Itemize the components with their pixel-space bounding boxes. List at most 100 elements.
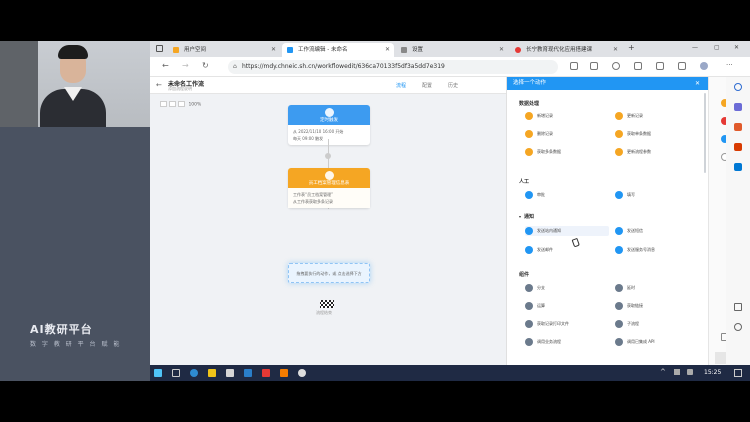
start-icon[interactable] [154, 369, 162, 377]
calculator-icon [525, 302, 533, 310]
edge-icon[interactable] [190, 369, 198, 377]
tab-workflow-edit[interactable]: 工作流编辑 - 未命名 ✕ [282, 43, 394, 57]
tab-course[interactable]: 长宁教育现代化应用搭建课 ✕ [510, 43, 622, 57]
fit-view-button[interactable] [160, 101, 167, 107]
maximize-button[interactable]: ▢ [714, 44, 720, 51]
network-icon[interactable] [674, 369, 680, 375]
forward-icon[interactable]: → [182, 61, 189, 70]
refresh-extension-icon[interactable] [612, 62, 620, 70]
action-get-single[interactable]: 获取单条数据 [615, 129, 699, 139]
taskbar: ^ 15:25 [150, 365, 750, 381]
tray-chevron-icon[interactable]: ^ [660, 368, 666, 376]
add-step-button[interactable] [325, 153, 331, 159]
zoom-level: 100% [188, 102, 202, 108]
back-icon[interactable]: ← [162, 61, 169, 70]
update-record-icon [615, 112, 623, 120]
tab-settings[interactable]: 设置 ✕ [396, 43, 508, 57]
action-compute[interactable]: 运算 [525, 301, 609, 311]
office-365-icon[interactable] [734, 143, 742, 151]
drop-placeholder[interactable]: 拖拽要执行的动作，或 点击选择下方 [288, 263, 370, 283]
action-call-api[interactable]: 调用已集成 API [615, 337, 699, 347]
clock[interactable]: 15:25 [704, 369, 721, 376]
read-aloud-icon[interactable] [570, 62, 578, 70]
search-icon[interactable] [734, 83, 742, 91]
office-icon[interactable] [734, 123, 742, 131]
gear-icon[interactable] [734, 323, 742, 331]
more-menu-icon[interactable]: ··· [726, 61, 733, 69]
new-tab-button[interactable]: + [628, 43, 635, 52]
favorite-icon[interactable] [590, 62, 598, 70]
gear-icon [401, 47, 407, 53]
split-screen-icon[interactable] [634, 62, 642, 70]
close-icon[interactable]: ✕ [499, 43, 504, 57]
outlook-icon[interactable] [734, 163, 742, 171]
mail-icon[interactable] [226, 369, 234, 377]
action-update-record[interactable]: 更新记录 [615, 111, 699, 121]
zoom-in-button[interactable] [178, 101, 185, 107]
chevron-down-icon[interactable]: ▾ [519, 214, 521, 219]
presenter-panel: AI教研平台 数 字 教 研 平 台 赋 能 [0, 41, 150, 381]
tab-history[interactable]: 历史 [448, 82, 458, 89]
address-bar-row: ← → ↻ ⌂ https://mdy.chneic.sh.cn/workflo… [150, 57, 750, 77]
delete-record-icon [525, 130, 533, 138]
action-print-file[interactable]: 获取记录打印文件 [525, 319, 609, 329]
message-icon [615, 246, 623, 254]
action-node[interactable]: 员工档案管理信息表 工作表“员工档案管理” 从工作表获取多条记录 [288, 168, 370, 208]
favorites-icon[interactable] [656, 62, 664, 70]
task-view-icon[interactable] [172, 369, 180, 377]
notification-icon[interactable] [734, 369, 742, 377]
trigger-start: 从 2022/11/10 16:00 开始 [293, 129, 344, 134]
action-get-link[interactable]: 获取链接 [615, 301, 699, 311]
sms-icon [615, 227, 623, 235]
webcam-feed [0, 41, 150, 127]
platform-logo: AI教研平台 数 字 教 研 平 台 赋 能 [30, 321, 121, 348]
call-flow-icon [525, 338, 533, 346]
trigger-repeat: 每天 09:00 触发 [293, 136, 324, 141]
collections-icon[interactable] [678, 62, 686, 70]
action-email[interactable]: 发送邮件 [525, 245, 609, 255]
tab-user-space[interactable]: 用户空间 ✕ [168, 43, 280, 57]
action-add-record[interactable]: 新增记录 [525, 111, 609, 121]
action-sms[interactable]: 发送短信 [615, 226, 699, 236]
action-get-multiple[interactable]: 获取多条数据 [525, 147, 609, 157]
action-call-flow[interactable]: 调用业务流程 [525, 337, 609, 347]
back-arrow-icon[interactable]: ← [156, 81, 162, 89]
tab-actions-icon[interactable] [156, 45, 163, 52]
action-update-params[interactable]: 更新流程参数 [615, 147, 699, 157]
zoom-out-button[interactable] [169, 101, 176, 107]
minimize-button[interactable]: — [692, 44, 698, 51]
close-icon[interactable]: ✕ [271, 43, 276, 57]
refresh-icon[interactable]: ↻ [202, 61, 209, 70]
action-subflow[interactable]: 子流程 [615, 319, 699, 329]
action-delay[interactable]: 延时 [615, 283, 699, 293]
action-approval[interactable]: 审批 [525, 190, 609, 200]
volume-icon[interactable] [687, 369, 693, 375]
settings-icon[interactable] [298, 369, 306, 377]
action-picker-panel: 选择一个动作 ✕ 数据处理 新增记录 更新记录 删除记录 获取单条数据 获取多条… [506, 77, 708, 365]
logo-subtitle: 数 字 教 研 平 台 赋 能 [30, 341, 122, 348]
close-icon[interactable]: ✕ [613, 43, 618, 57]
tab-config[interactable]: 配置 [422, 82, 432, 89]
action-branch[interactable]: 分支 [525, 283, 609, 293]
url-input[interactable]: ⌂ https://mdy.chneic.sh.cn/workflowedit/… [228, 60, 558, 74]
add-record-icon [525, 112, 533, 120]
close-icon[interactable]: ✕ [385, 43, 390, 57]
action-delete-record[interactable]: 删除记录 [525, 129, 609, 139]
update-params-icon [615, 148, 623, 156]
close-icon[interactable]: ✕ [695, 77, 700, 90]
tab-flow[interactable]: 流程 [396, 82, 406, 89]
folder-icon[interactable] [208, 369, 216, 377]
window-close-button[interactable]: ✕ [734, 44, 739, 51]
recorder-icon[interactable] [280, 369, 288, 377]
app-icon[interactable] [244, 369, 252, 377]
shopping-icon[interactable] [734, 103, 742, 111]
action-service-msg[interactable]: 发送服务号消息 [615, 245, 699, 255]
scrollbar[interactable] [704, 93, 706, 173]
expand-icon[interactable] [734, 303, 742, 311]
video-icon[interactable] [262, 369, 270, 377]
action-in-app-notify[interactable]: 发送站内通知 [525, 226, 609, 236]
workflow-description[interactable]: 添加流程说明 [168, 86, 192, 92]
action-fill[interactable]: 填写 [615, 190, 699, 200]
trigger-node[interactable]: 定时触发 从 2022/11/10 16:00 开始 每天 09:00 触发 [288, 105, 370, 145]
profile-avatar[interactable] [700, 62, 708, 70]
